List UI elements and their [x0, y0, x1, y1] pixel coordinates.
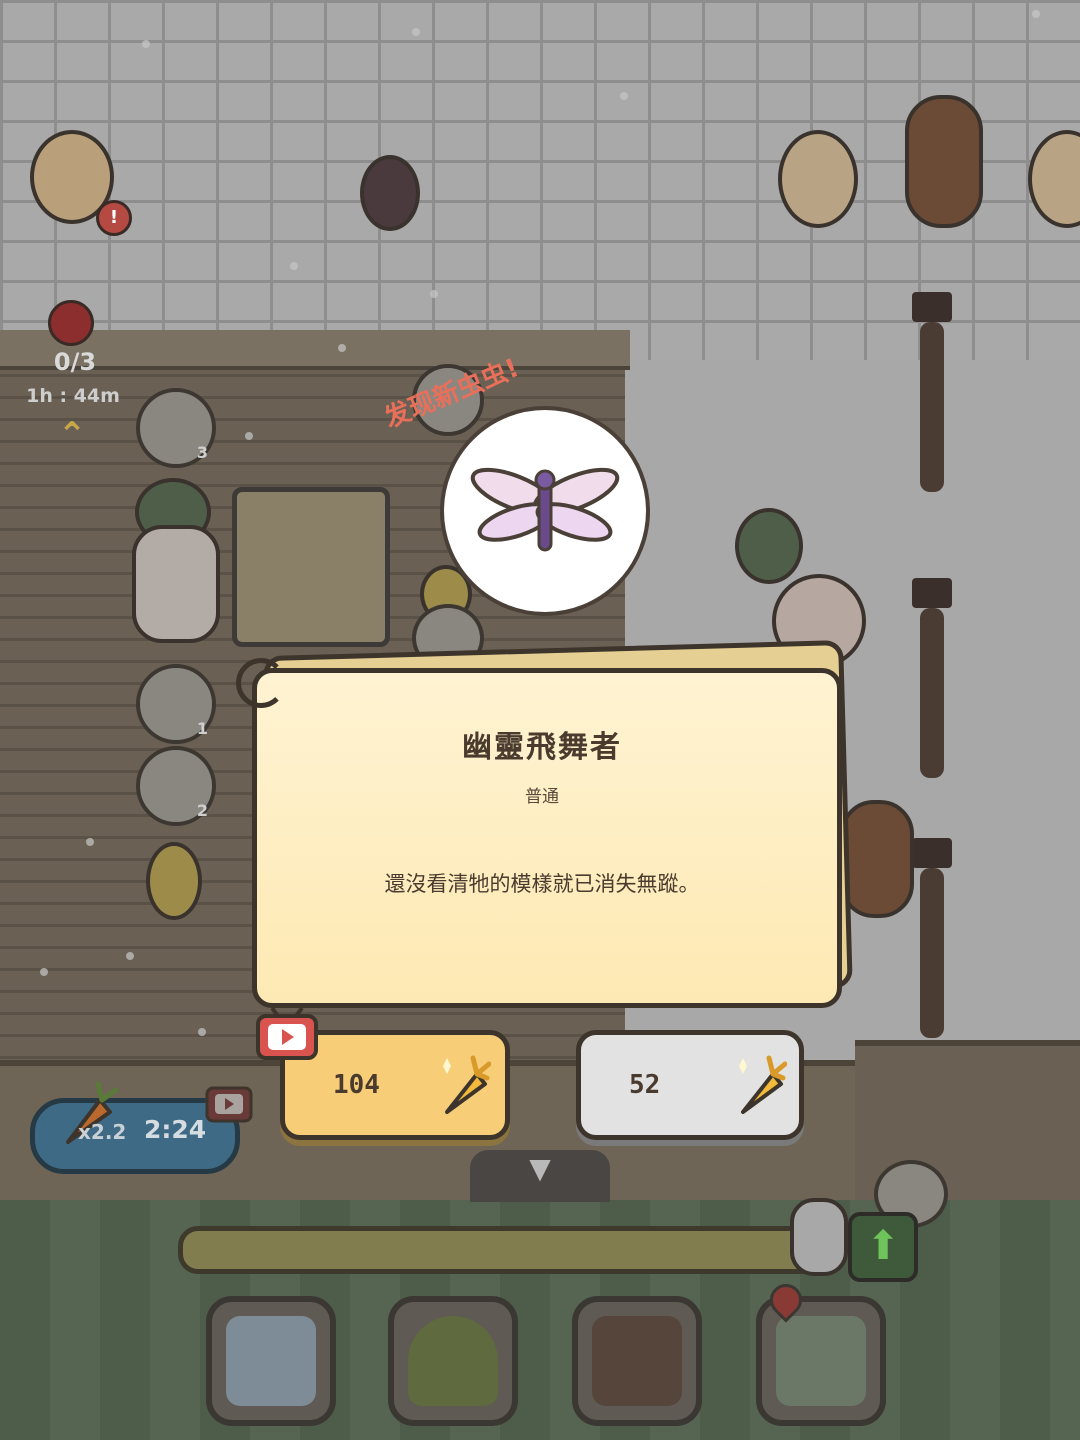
- map-icon: [776, 1316, 866, 1406]
- snowflake: [338, 344, 346, 352]
- snowflake: [198, 1028, 206, 1036]
- task-timer: 1h : 44m: [26, 385, 120, 407]
- pay-price: 52: [629, 1070, 661, 1100]
- apple-icon[interactable]: [48, 300, 94, 346]
- soup-bowl-order[interactable]: 2: [136, 746, 216, 826]
- chick-customer[interactable]: [146, 842, 202, 920]
- snowflake: [142, 40, 150, 48]
- boost-timer: 2:24: [144, 1115, 207, 1144]
- bug-info-card: [252, 668, 842, 1008]
- ad-price: 104: [333, 1070, 380, 1100]
- dragonfly-icon: [470, 467, 620, 552]
- dining-table: [232, 487, 390, 647]
- alert-icon[interactable]: !: [96, 200, 132, 236]
- bug-name: 幽靈飛舞者: [462, 730, 622, 765]
- recipe-cards-button[interactable]: [206, 1296, 336, 1426]
- map-button[interactable]: [756, 1277, 886, 1426]
- noodle-bowl-order[interactable]: 3: [136, 388, 216, 468]
- video-ad-icon: [254, 1006, 320, 1062]
- snowflake: [126, 952, 134, 960]
- chevron-down-icon[interactable]: ▼: [470, 1152, 610, 1185]
- snowflake: [40, 968, 48, 976]
- golden-carrot-icon: [739, 1055, 787, 1114]
- snowflake: [1032, 10, 1040, 18]
- bear-customer[interactable]: [132, 525, 220, 643]
- bug-description: 還沒看清牠的模樣就已消失無蹤。: [384, 872, 700, 896]
- street-lamp: [912, 838, 952, 1038]
- task-progress: 0/3: [53, 348, 97, 376]
- level-up-arrow-icon[interactable]: ⬆: [848, 1212, 918, 1282]
- card-ring-icon: [236, 658, 286, 708]
- recipe-cards-icon: [226, 1316, 316, 1406]
- tree-house-button[interactable]: [388, 1296, 518, 1426]
- soup-bowl-order[interactable]: 1: [136, 664, 216, 744]
- frog-customer[interactable]: [735, 508, 803, 584]
- snowflake: [430, 290, 438, 298]
- snowflake: [620, 92, 628, 100]
- penguin-customer[interactable]: [360, 155, 420, 231]
- tree-house-icon: [408, 1316, 498, 1406]
- bug-rarity: 普通: [525, 787, 559, 807]
- experience-bar: [178, 1226, 828, 1274]
- street-lamp: [912, 578, 952, 778]
- snowflake: [412, 28, 420, 36]
- buy-with-carrots-button[interactable]: 52: [576, 1030, 804, 1140]
- snowflake: [290, 262, 298, 270]
- golden-carrot-icon: [443, 1055, 491, 1114]
- street-lamp: [912, 292, 952, 492]
- cat-customer[interactable]: [778, 130, 858, 228]
- snowflake: [245, 432, 253, 440]
- video-ad-icon[interactable]: [204, 1080, 254, 1124]
- capybara-customer[interactable]: [840, 800, 914, 918]
- chevron-up-icon[interactable]: ⌃: [50, 415, 94, 455]
- boost-multiplier: x2.2: [78, 1120, 127, 1144]
- bag-icon: [592, 1316, 682, 1406]
- bunny-mascot: [790, 1198, 848, 1276]
- bag-button[interactable]: [572, 1296, 702, 1426]
- capybara-customer[interactable]: [905, 95, 983, 228]
- snowflake: [86, 838, 94, 846]
- bug-portrait: [440, 406, 650, 616]
